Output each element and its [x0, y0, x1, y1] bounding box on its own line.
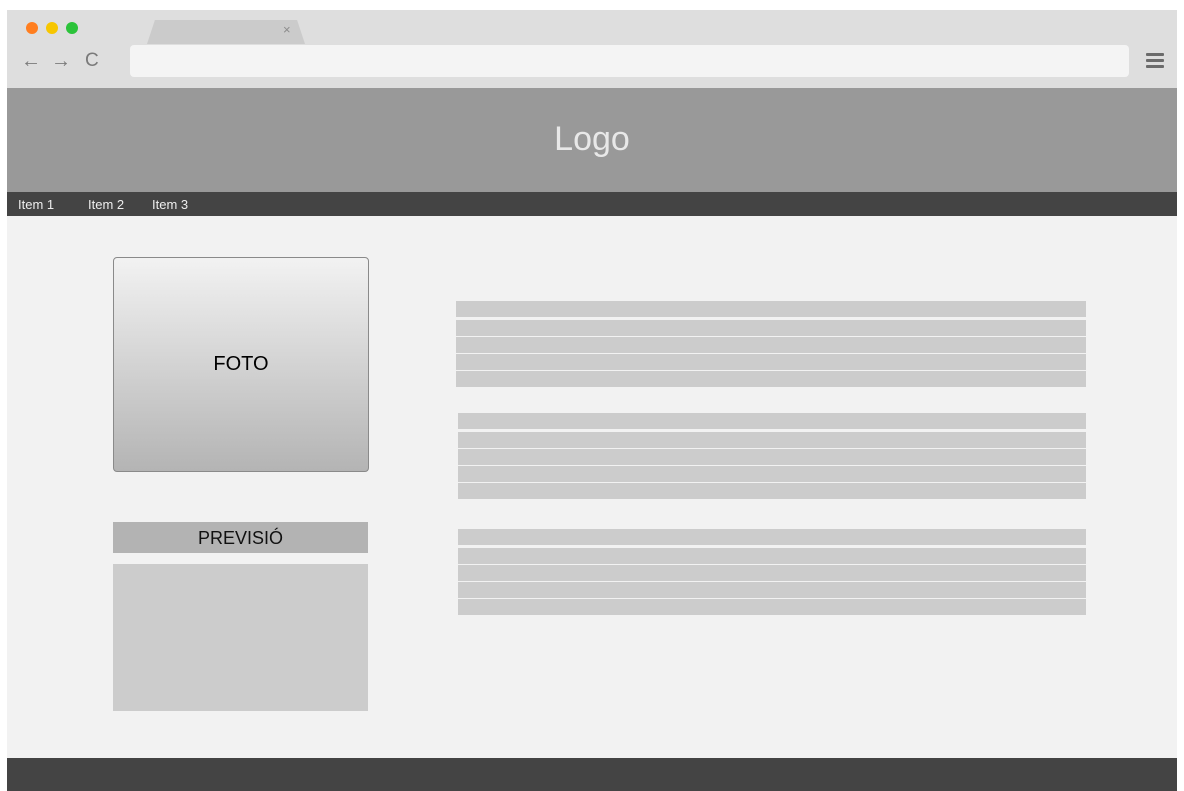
text-line [458, 599, 1086, 615]
text-line [458, 449, 1086, 465]
text-line [458, 548, 1086, 564]
site-header: Logo [7, 88, 1177, 192]
text-line [458, 565, 1086, 581]
back-arrow-icon[interactable]: ← [21, 50, 41, 72]
maximize-window-dot[interactable] [66, 22, 78, 34]
text-line [458, 432, 1086, 448]
minimize-window-dot[interactable] [46, 22, 58, 34]
forward-arrow-icon[interactable]: → [51, 50, 71, 72]
nav-item-2[interactable]: Item 2 [88, 198, 124, 212]
browser-window: × ← → C Logo Item 1 Item 2 Item 3 FOTO P… [7, 10, 1177, 791]
forecast-title: PREVISIÓ [197, 528, 284, 548]
logo[interactable]: Logo [7, 120, 1177, 159]
photo-label: FOTO [213, 353, 269, 375]
text-line [456, 320, 1086, 336]
forecast-header: PREVISIÓ [113, 522, 368, 553]
nav-item-3[interactable]: Item 3 [152, 198, 188, 212]
text-line [458, 413, 1086, 429]
text-line [458, 582, 1086, 598]
address-bar[interactable] [130, 45, 1129, 77]
photo-placeholder: FOTO [113, 257, 369, 472]
reload-icon[interactable]: C [85, 50, 99, 72]
site-footer [7, 758, 1177, 791]
text-line [458, 529, 1086, 545]
browser-tab[interactable]: × [147, 20, 305, 44]
nav-bar: Item 1 Item 2 Item 3 [7, 192, 1177, 216]
text-line [456, 354, 1086, 370]
close-icon[interactable]: × [283, 23, 291, 37]
text-line [456, 337, 1086, 353]
text-line [456, 371, 1086, 387]
browser-chrome: × ← → C [7, 10, 1177, 88]
nav-item-1[interactable]: Item 1 [18, 198, 54, 212]
text-line [458, 483, 1086, 499]
text-line [458, 466, 1086, 482]
text-line [456, 301, 1086, 317]
close-window-dot[interactable] [26, 22, 38, 34]
hamburger-menu-icon[interactable] [1146, 53, 1164, 69]
forecast-panel [113, 564, 368, 711]
